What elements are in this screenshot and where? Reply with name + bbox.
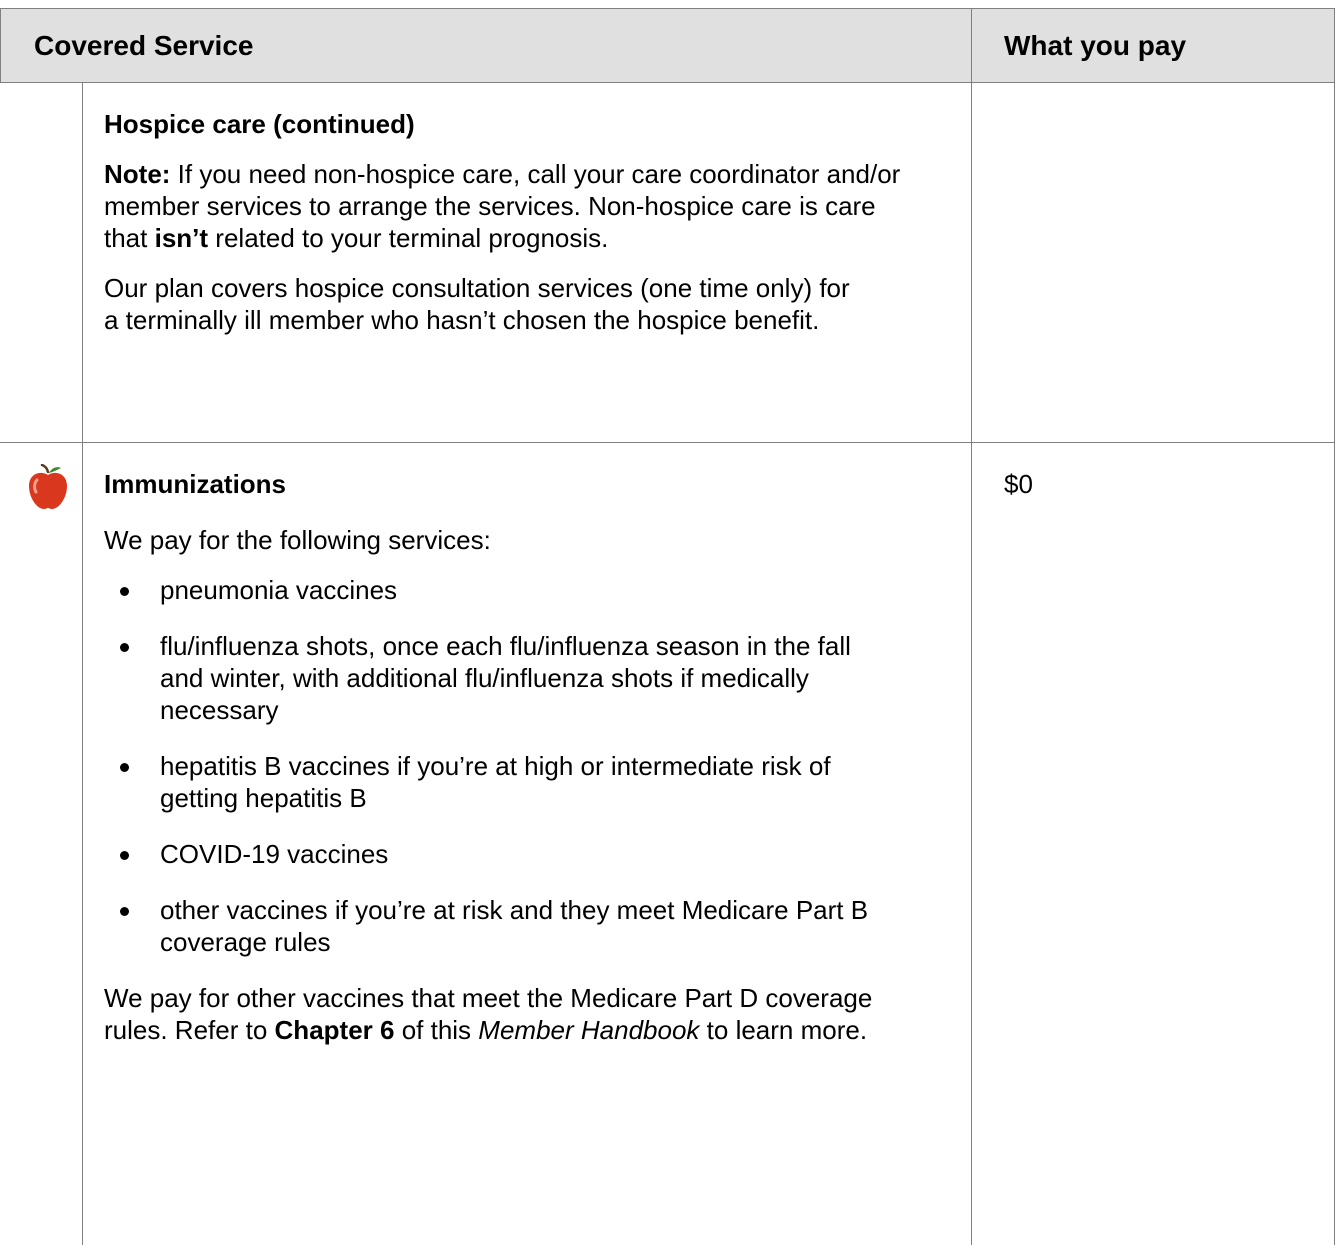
hospice-title: Hospice care (continued) xyxy=(104,109,415,139)
note-text-2: related to your terminal prognosis. xyxy=(215,223,609,253)
pay-column-border xyxy=(971,8,972,1245)
header-bottom-border xyxy=(0,82,1335,83)
covered-services-table: Covered Service What you pay Hospice car… xyxy=(0,8,1335,1245)
bullet-icon xyxy=(120,587,129,596)
handbook-reference: Member Handbook xyxy=(478,1015,700,1045)
chapter-reference: Chapter 6 xyxy=(274,1015,395,1045)
header-covered-service: Covered Service xyxy=(34,30,254,61)
list-item-text: pneumonia vaccines xyxy=(160,575,398,605)
list-item: COVID-19 vaccines xyxy=(104,838,934,870)
bullet-icon xyxy=(120,851,129,860)
hospice-note: Note: If you need non-hospice care, call… xyxy=(104,158,924,254)
icon-column-border xyxy=(82,82,83,1245)
list-item-text: flu/influenza shots, once each flu/influ… xyxy=(160,631,851,725)
table-top-border xyxy=(0,8,1335,9)
row-divider xyxy=(0,442,1335,443)
header-what-you-pay: What you pay xyxy=(1004,30,1187,61)
immunizations-intro: We pay for the following services: xyxy=(104,525,491,555)
list-item: other vaccines if you’re at risk and the… xyxy=(104,894,880,958)
apple-icon xyxy=(29,464,67,509)
bullet-icon xyxy=(120,643,129,652)
immunizations-pay-cell: $0 xyxy=(1004,469,1033,499)
hospice-consultation-paragraph: Our plan covers hospice consultation ser… xyxy=(104,273,850,335)
list-item-text: hepatitis B vaccines if you’re at high o… xyxy=(160,751,831,813)
list-item-text: other vaccines if you’re at risk and the… xyxy=(160,895,869,957)
hospice-service-cell: Hospice care (continued) Note: If you ne… xyxy=(104,108,924,336)
immunizations-closing: We pay for other vaccines that meet the … xyxy=(104,982,914,1046)
vaccine-list: pneumonia vaccines flu/influenza shots, … xyxy=(104,574,934,958)
list-item-text: COVID-19 vaccines xyxy=(160,839,389,869)
note-bold: isn’t xyxy=(154,223,209,253)
closing-text-3: to learn more. xyxy=(706,1015,868,1045)
note-label: Note: xyxy=(104,159,171,189)
list-item: pneumonia vaccines xyxy=(104,574,934,606)
immunizations-title: Immunizations xyxy=(104,469,287,499)
list-item: hepatitis B vaccines if you’re at high o… xyxy=(104,750,890,814)
table-left-border xyxy=(0,8,1,82)
list-item: flu/influenza shots, once each flu/influ… xyxy=(104,630,890,726)
immunizations-service-cell: Immunizations We pay for the following s… xyxy=(104,468,934,1046)
closing-text-2: of this xyxy=(401,1015,472,1045)
bullet-icon xyxy=(120,763,129,772)
bullet-icon xyxy=(120,907,129,916)
